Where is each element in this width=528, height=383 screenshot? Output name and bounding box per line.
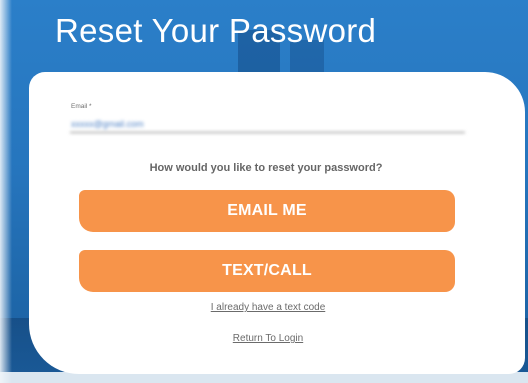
- email-field[interactable]: [70, 115, 465, 133]
- email-me-button[interactable]: EMAIL ME: [79, 190, 455, 232]
- page-title: Reset Your Password: [55, 12, 377, 49]
- email-label: Email *: [71, 103, 92, 110]
- background-edge: [0, 0, 12, 383]
- reset-method-question: How would you like to reset your passwor…: [149, 162, 383, 174]
- return-to-login-link[interactable]: Return To Login: [29, 333, 507, 344]
- reset-password-card: Email * How would you like to reset your…: [29, 72, 525, 374]
- text-call-button[interactable]: TEXT/CALL: [79, 250, 455, 292]
- text-code-link[interactable]: I already have a text code: [29, 302, 507, 313]
